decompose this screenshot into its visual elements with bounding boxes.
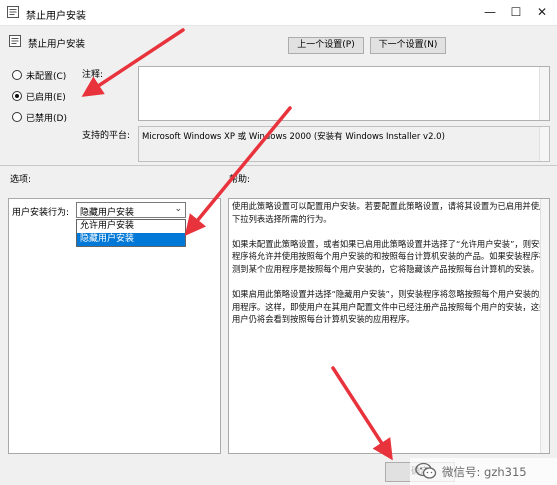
help-paragraph: 如果启用此策略设置并选择“隐藏用户安装”，则安装程序将忽略按照每个用户安装的应用…: [232, 289, 548, 325]
options-label: 选项:: [10, 175, 32, 185]
section-divider: [0, 165, 557, 166]
window-title: 禁止用户安装: [26, 11, 86, 22]
dropdown-option-allow[interactable]: 允许用户安装: [77, 220, 185, 233]
comment-textarea[interactable]: [138, 66, 550, 121]
help-label: 帮助:: [229, 175, 251, 185]
radio-label: 未配置(C): [26, 71, 67, 82]
comment-scrollbar[interactable]: [539, 67, 549, 120]
next-setting-button[interactable]: 下一个设置(N): [370, 37, 446, 54]
user-install-behavior-select[interactable]: 隐藏用户安装 ⌄: [76, 202, 186, 218]
behavior-dropdown-list: 允许用户安装 隐藏用户安装: [76, 219, 186, 247]
minimize-button[interactable]: —: [480, 3, 500, 21]
platform-field: Microsoft Windows XP 或 Windows 2000 (安装有…: [138, 126, 550, 162]
select-value: 隐藏用户安装: [80, 208, 135, 218]
close-button[interactable]: ✕: [532, 3, 552, 21]
policy-icon: [7, 6, 19, 18]
chevron-down-icon[interactable]: ⌄: [174, 204, 182, 214]
radio-indicator[interactable]: [12, 91, 22, 101]
radio-label: 已禁用(D): [26, 113, 67, 124]
radio-enabled[interactable]: 已启用(E): [12, 89, 66, 103]
radio-disabled[interactable]: 已禁用(D): [12, 110, 67, 124]
setting-title: 禁止用户安装: [28, 39, 86, 50]
help-scrollbar[interactable]: [540, 199, 549, 453]
help-paragraph: 如果未配置此策略设置，或者如果已启用此策略设置并选择了“允许用户安装”，则安装程…: [232, 238, 548, 274]
policy-icon: [9, 35, 21, 47]
comment-label: 注释:: [82, 70, 104, 80]
window-titlebar: 禁止用户安装 — ☐ ✕: [0, 0, 557, 26]
platform-label: 支持的平台:: [82, 131, 131, 141]
platform-scrollbar[interactable]: [539, 127, 549, 161]
maximize-button[interactable]: ☐: [506, 3, 526, 21]
radio-label: 已启用(E): [26, 92, 66, 103]
user-install-behavior-label: 用户安装行为:: [12, 208, 70, 218]
help-paragraph: 使用此策略设置可以配置用户安装。若要配置此策略设置，请将其设置为已启用并使用下拉…: [232, 201, 548, 224]
previous-setting-button[interactable]: 上一个设置(P): [288, 37, 364, 54]
help-text: 使用此策略设置可以配置用户安装。若要配置此策略设置，请将其设置为已启用并使用下拉…: [232, 200, 550, 339]
watermark-text: 微信号: gzh315: [442, 465, 527, 479]
radio-indicator[interactable]: [12, 112, 22, 122]
wechat-icon: [415, 462, 437, 479]
dropdown-option-hide[interactable]: 隐藏用户安装: [77, 233, 185, 246]
radio-indicator[interactable]: [12, 70, 22, 80]
platform-value: Microsoft Windows XP 或 Windows 2000 (安装有…: [142, 132, 445, 142]
radio-not-configured[interactable]: 未配置(C): [12, 68, 66, 82]
